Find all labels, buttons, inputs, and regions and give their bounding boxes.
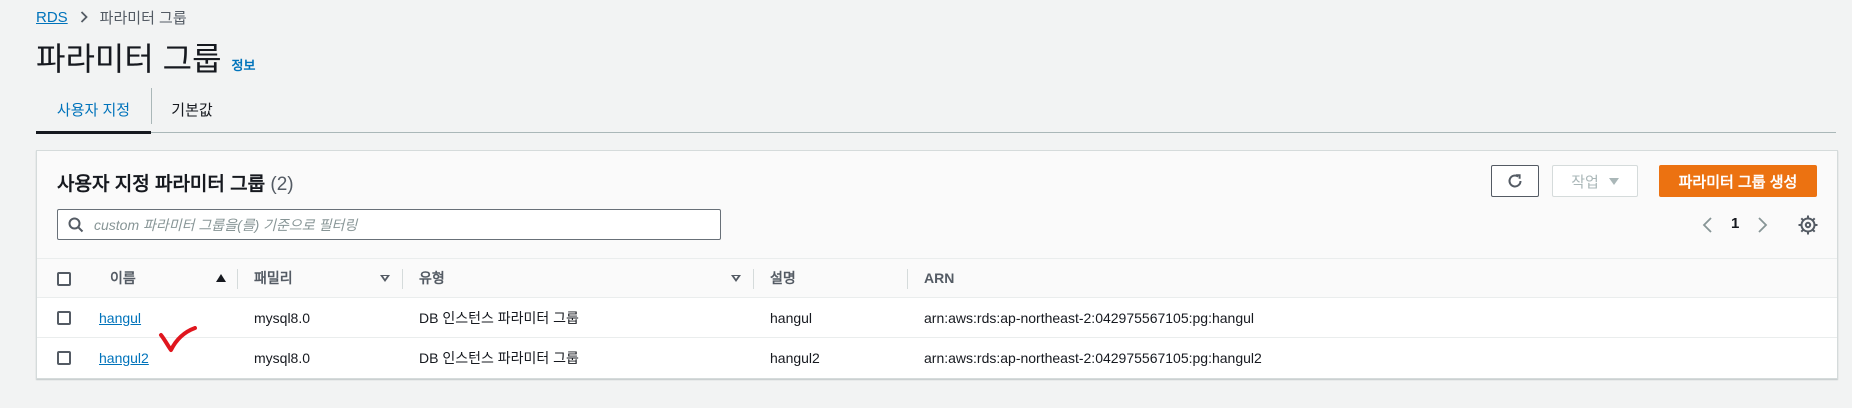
parameter-group-name-link[interactable]: hangul2	[99, 350, 149, 366]
search-box	[57, 209, 721, 240]
table-row: hangul mysql8.0 DB 인스턴스 파라미터 그룹 hangul a…	[37, 298, 1837, 338]
tab-bar: 사용자 지정 기본값	[36, 86, 1836, 134]
column-header-type[interactable]: 유형	[419, 259, 445, 297]
panel-count: (2)	[270, 174, 294, 195]
column-divider[interactable]	[237, 269, 238, 289]
page-title-row: 파라미터 그룹 정보	[36, 34, 255, 80]
family-cell: mysql8.0	[254, 350, 311, 366]
search-input[interactable]	[92, 215, 696, 234]
page-number-button[interactable]: 1	[1731, 215, 1739, 232]
actions-label: 작업	[1571, 173, 1599, 191]
gear-icon[interactable]	[1797, 214, 1819, 236]
tab-custom[interactable]: 사용자 지정	[36, 86, 151, 134]
breadcrumb-current: 파라미터 그룹	[99, 9, 187, 27]
next-page-icon[interactable]	[1753, 215, 1771, 235]
parameter-groups-panel: 사용자 지정 파라미터 그룹 (2) 작업 파라미터 그룹 생성 1	[36, 150, 1838, 379]
previous-page-icon[interactable]	[1699, 215, 1717, 235]
row-checkbox[interactable]	[57, 311, 71, 325]
panel-title-text: 사용자 지정 파라미터 그룹	[57, 174, 266, 195]
page-title: 파라미터 그룹	[36, 41, 222, 77]
chevron-right-icon	[80, 11, 88, 23]
table-row: hangul2 mysql8.0 DB 인스턴스 파라미터 그룹 hangul2…	[37, 338, 1837, 378]
sort-ascending-icon[interactable]	[216, 259, 226, 297]
checkmark-icon	[159, 326, 197, 352]
arn-cell: arn:aws:rds:ap-northeast-2:042975567105:…	[924, 309, 1255, 326]
column-divider[interactable]	[402, 269, 403, 289]
family-cell: mysql8.0	[254, 309, 311, 326]
row-checkbox[interactable]	[57, 351, 71, 365]
column-header-name[interactable]: 이름	[110, 259, 136, 297]
column-header-description[interactable]: 설명	[770, 259, 796, 297]
search-icon	[68, 217, 84, 232]
actions-dropdown-button[interactable]: 작업	[1552, 165, 1638, 197]
caret-down-icon	[1608, 177, 1619, 185]
table-header: 이름 패밀리 유형 설명 ARN	[37, 258, 1837, 298]
sort-icon[interactable]	[731, 259, 741, 297]
column-divider[interactable]	[753, 269, 754, 289]
arn-cell: arn:aws:rds:ap-northeast-2:042975567105:…	[924, 350, 1262, 366]
parameter-group-name-link[interactable]: hangul	[99, 310, 141, 326]
info-link[interactable]: 정보	[232, 55, 256, 74]
description-cell: hangul	[770, 309, 813, 326]
refresh-button[interactable]	[1491, 165, 1539, 197]
column-divider[interactable]	[907, 269, 908, 289]
breadcrumb: RDS 파라미터 그룹	[36, 8, 187, 27]
column-header-family[interactable]: 패밀리	[254, 259, 293, 297]
panel-title: 사용자 지정 파라미터 그룹 (2)	[57, 169, 294, 196]
column-header-arn[interactable]: ARN	[924, 259, 954, 297]
sort-icon[interactable]	[380, 259, 390, 297]
breadcrumb-rds-link[interactable]: RDS	[36, 9, 68, 26]
description-cell: hangul2	[770, 350, 820, 366]
tab-default[interactable]: 기본값	[152, 86, 232, 132]
refresh-icon	[1508, 174, 1522, 188]
type-cell: DB 인스턴스 파라미터 그룹	[419, 350, 579, 366]
select-all-checkbox[interactable]	[57, 272, 71, 286]
type-cell: DB 인스턴스 파라미터 그룹	[419, 309, 579, 326]
create-parameter-group-button[interactable]: 파라미터 그룹 생성	[1659, 165, 1817, 197]
